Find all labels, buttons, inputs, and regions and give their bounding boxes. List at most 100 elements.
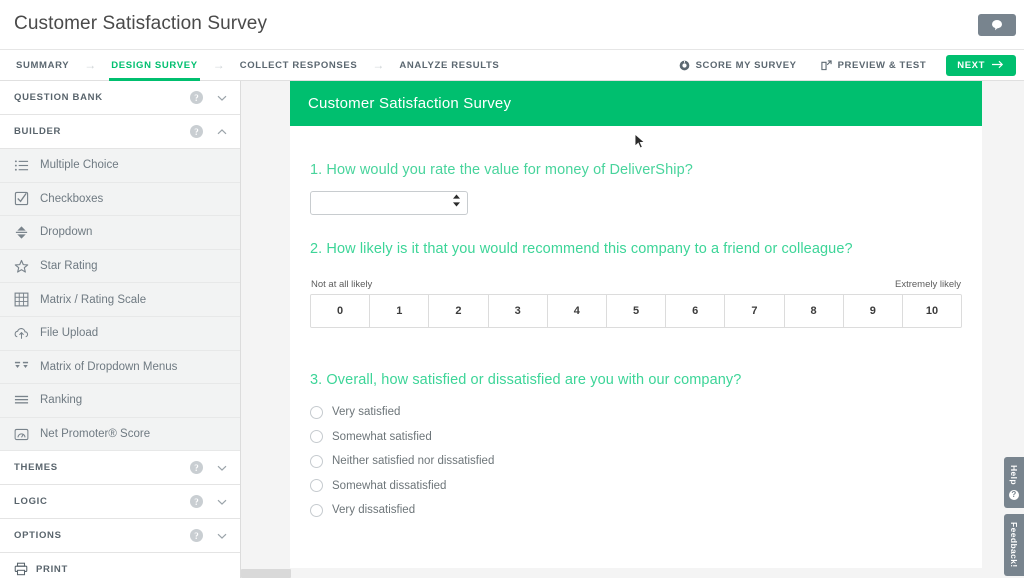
nps-option-5[interactable]: 5 xyxy=(607,295,666,327)
nps-option-1[interactable]: 1 xyxy=(370,295,429,327)
feedback-tab-label: Feedback! xyxy=(1009,522,1019,568)
next-button[interactable]: NEXT xyxy=(946,55,1016,76)
nps-option-7[interactable]: 7 xyxy=(725,295,784,327)
radio-button-icon[interactable] xyxy=(310,504,323,517)
sidebar-item-matrix-of-dropdown-menus[interactable]: Matrix of Dropdown Menus xyxy=(0,351,240,385)
preview-and-test-button[interactable]: PREVIEW & TEST xyxy=(809,50,939,81)
chevron-up-icon[interactable] xyxy=(216,126,228,138)
help-circle-icon[interactable]: ? xyxy=(190,91,203,104)
horizontal-scrollbar[interactable] xyxy=(241,568,1024,578)
choice-label: Very satisfied xyxy=(332,406,400,418)
sidebar-item-label: Star Rating xyxy=(40,260,98,272)
sidebar-item-label: Net Promoter® Score xyxy=(40,428,150,440)
sidebar-item-label: Dropdown xyxy=(40,226,92,238)
page-title: Customer Satisfaction Survey xyxy=(14,13,267,35)
nps-scale-row: 0 1 2 3 4 5 6 7 8 9 10 xyxy=(310,294,962,328)
help-circle-icon[interactable]: ? xyxy=(190,529,203,542)
help-circle-icon[interactable]: ? xyxy=(190,495,203,508)
nav-arrow-icon-1: → xyxy=(75,50,105,81)
chevron-down-icon[interactable] xyxy=(216,92,228,104)
help-circle-icon[interactable]: ? xyxy=(190,125,203,138)
sidebar-item-multiple-choice[interactable]: Multiple Choice xyxy=(0,149,240,183)
survey-body: 1. How would you rate the value for mone… xyxy=(290,126,982,523)
question-2: 2. How likely is it that you would recom… xyxy=(310,241,962,328)
chevron-down-icon[interactable] xyxy=(216,530,228,542)
question-1-dropdown-wrap xyxy=(310,191,468,215)
nav-arrow-icon-3: → xyxy=(363,50,393,81)
question-3-choice-3[interactable]: Somewhat dissatisfied xyxy=(310,474,962,499)
nps-option-2[interactable]: 2 xyxy=(429,295,488,327)
sidebar-section-options[interactable]: OPTIONS ? xyxy=(0,519,240,553)
sidebar-item-dropdown[interactable]: Dropdown xyxy=(0,216,240,250)
radio-button-icon[interactable] xyxy=(310,430,323,443)
sidebar-section-label: THEMES xyxy=(14,462,190,473)
choice-label: Very dissatisfied xyxy=(332,504,415,516)
choice-label: Somewhat dissatisfied xyxy=(332,480,446,492)
left-sidebar: QUESTION BANK ? BUILDER ? Multiple Choic… xyxy=(0,81,241,578)
checkbox-icon xyxy=(14,191,29,206)
top-header-bar: Customer Satisfaction Survey xyxy=(0,0,1024,49)
feedback-tab[interactable]: Feedback! xyxy=(1004,514,1024,576)
sidebar-item-checkboxes[interactable]: Checkboxes xyxy=(0,183,240,217)
side-tabs: Help ? Feedback! xyxy=(1002,457,1024,578)
speech-bubble-icon[interactable] xyxy=(978,14,1016,36)
nps-option-10[interactable]: 10 xyxy=(903,295,961,327)
radio-button-icon[interactable] xyxy=(310,406,323,419)
survey-canvas: Customer Satisfaction Survey 1. How woul… xyxy=(241,81,1024,578)
tab-collect-responses[interactable]: COLLECT RESPONSES xyxy=(234,50,364,81)
printer-icon xyxy=(14,562,28,576)
external-window-icon xyxy=(821,60,832,71)
nps-option-9[interactable]: 9 xyxy=(844,295,903,327)
sidebar-section-question-bank[interactable]: QUESTION BANK ? xyxy=(0,81,240,115)
tab-summary[interactable]: SUMMARY xyxy=(10,50,75,81)
chevron-down-icon[interactable] xyxy=(216,462,228,474)
question-3-choice-4[interactable]: Very dissatisfied xyxy=(310,498,962,523)
sidebar-item-print[interactable]: PRINT xyxy=(0,553,240,578)
tab-analyze-results[interactable]: ANALYZE RESULTS xyxy=(393,50,505,81)
sidebar-section-label: OPTIONS xyxy=(14,530,190,541)
sidebar-item-matrix-rating-scale[interactable]: Matrix / Rating Scale xyxy=(0,283,240,317)
question-3-choice-2[interactable]: Neither satisfied nor dissatisfied xyxy=(310,449,962,474)
sidebar-section-logic[interactable]: LOGIC ? xyxy=(0,485,240,519)
nps-option-6[interactable]: 6 xyxy=(666,295,725,327)
radio-button-icon[interactable] xyxy=(310,455,323,468)
sidebar-section-label: QUESTION BANK xyxy=(14,92,190,103)
question-3-choice-0[interactable]: Very satisfied xyxy=(310,400,962,425)
sidebar-item-net-promoter-score[interactable]: Net Promoter® Score xyxy=(0,418,240,452)
next-button-label: NEXT xyxy=(957,60,985,71)
sidebar-section-themes[interactable]: THEMES ? xyxy=(0,451,240,485)
sidebar-item-star-rating[interactable]: Star Rating xyxy=(0,250,240,284)
list-icon xyxy=(14,158,29,173)
nps-option-4[interactable]: 4 xyxy=(548,295,607,327)
choice-label: Somewhat satisfied xyxy=(332,431,432,443)
score-my-survey-button[interactable]: SCORE MY SURVEY xyxy=(667,50,809,81)
score-my-survey-label: SCORE MY SURVEY xyxy=(696,60,797,71)
nps-option-8[interactable]: 8 xyxy=(785,295,844,327)
chevron-down-icon[interactable] xyxy=(216,496,228,508)
help-tab-label: Help xyxy=(1009,465,1019,485)
sidebar-section-builder[interactable]: BUILDER ? xyxy=(0,115,240,149)
nps-right-label: Extremely likely xyxy=(895,279,961,290)
radio-button-icon[interactable] xyxy=(310,479,323,492)
sidebar-item-label: Matrix / Rating Scale xyxy=(40,294,146,306)
nps-option-3[interactable]: 3 xyxy=(489,295,548,327)
question-1-dropdown[interactable] xyxy=(310,191,468,215)
nps-endpoint-labels: Not at all likely Extremely likely xyxy=(310,279,962,290)
gauge-icon xyxy=(679,60,690,71)
sidebar-item-file-upload[interactable]: File Upload xyxy=(0,317,240,351)
sidebar-section-label: LOGIC xyxy=(14,496,190,507)
scrollbar-thumb[interactable] xyxy=(241,569,291,578)
survey-banner-title: Customer Satisfaction Survey xyxy=(308,95,511,112)
question-3-text: 3. Overall, how satisfied or dissatisfie… xyxy=(310,372,962,388)
help-circle-icon: ? xyxy=(1009,490,1019,500)
question-3-choice-1[interactable]: Somewhat satisfied xyxy=(310,425,962,450)
help-tab[interactable]: Help ? xyxy=(1004,457,1024,508)
tab-design-survey[interactable]: DESIGN SURVEY xyxy=(105,50,203,81)
sidebar-item-ranking[interactable]: Ranking xyxy=(0,384,240,418)
nps-left-label: Not at all likely xyxy=(311,279,372,290)
survey-card: Customer Satisfaction Survey 1. How woul… xyxy=(290,81,982,578)
upload-cloud-icon xyxy=(14,326,29,341)
nps-option-0[interactable]: 0 xyxy=(311,295,370,327)
dropdown-icon xyxy=(14,225,29,240)
help-circle-icon[interactable]: ? xyxy=(190,461,203,474)
